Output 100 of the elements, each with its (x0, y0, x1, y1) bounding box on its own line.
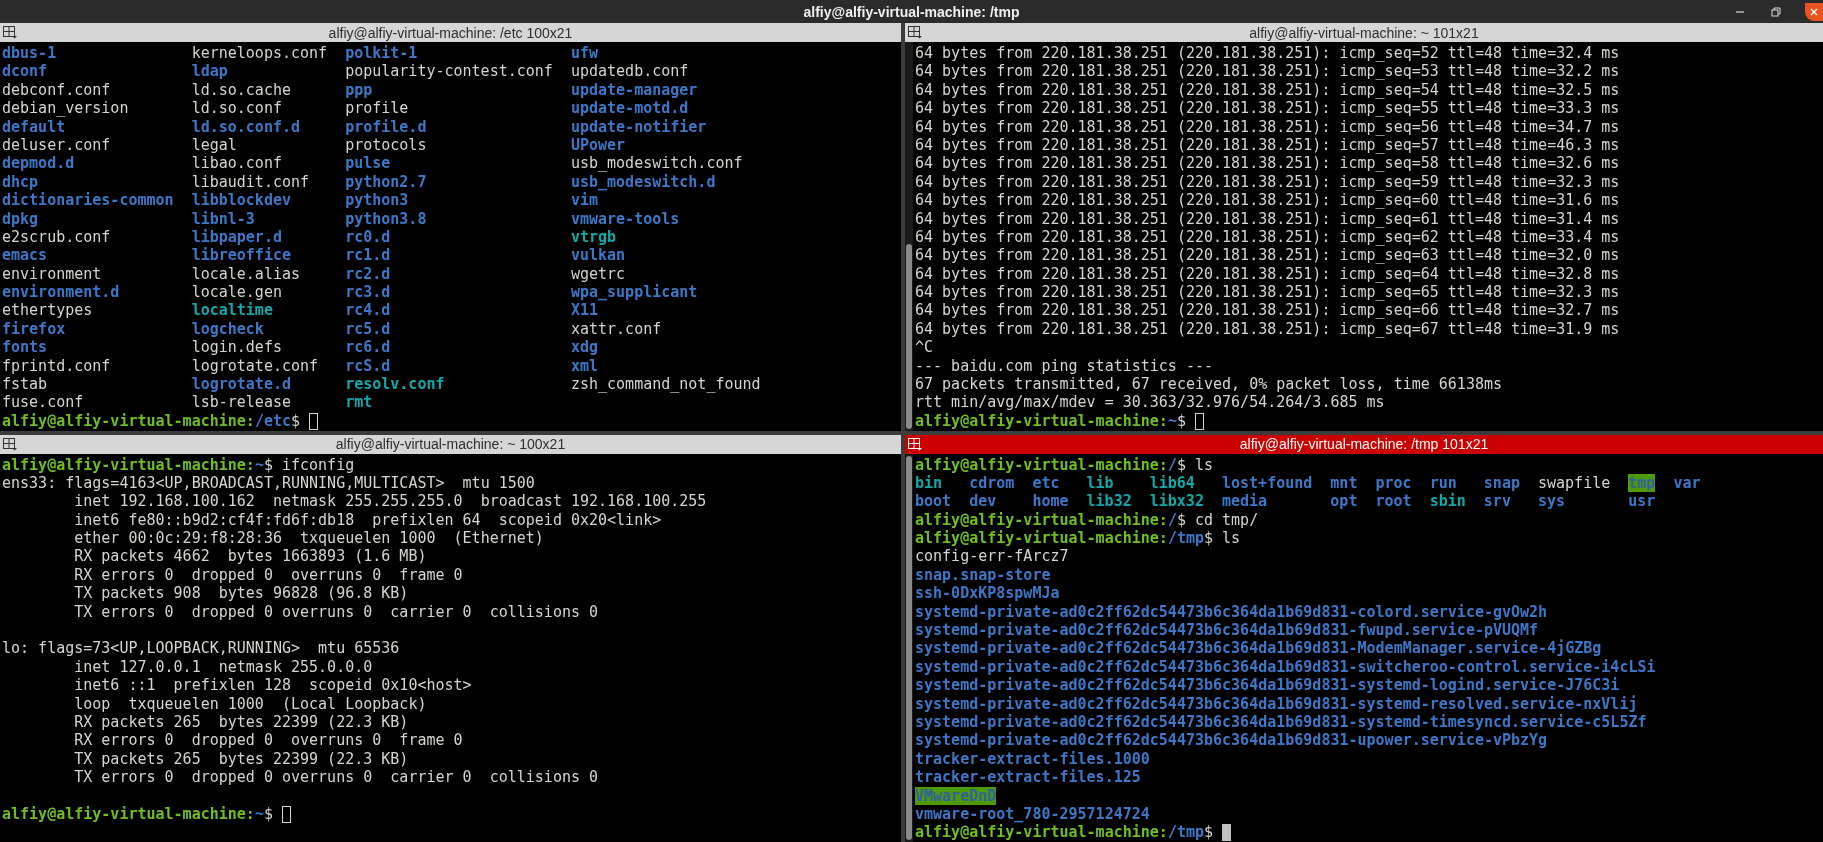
file-name: rc3.d (345, 283, 391, 302)
file-name: fstab (2, 375, 48, 394)
file-name: debian_version (2, 99, 129, 118)
file-name: dictionaries-common (2, 191, 174, 210)
file-name: profile (345, 99, 409, 118)
file-name: default (2, 117, 66, 136)
terminal-text: tracker-extract-files.1000 (915, 749, 1150, 769)
file-name: environment.d (2, 283, 120, 302)
file-name: libblockdev (191, 191, 291, 210)
file-name: etc (1032, 473, 1060, 492)
file-name: fprintd.conf (2, 356, 111, 375)
file-name: kerneloops.conf (191, 44, 328, 62)
file-name: localtime (191, 301, 273, 320)
pane-title: alfiy@alfiy-virtual-machine: ~ 101x21 (1249, 24, 1479, 41)
terminal-text: inet6 ::1 prefixlen 128 scopeid 0x10<host> (73, 676, 472, 695)
file-name: bin (915, 473, 943, 492)
file-name: ld.so.cache (191, 80, 291, 99)
file-name: fonts (2, 338, 48, 357)
file-name: locale.alias (191, 264, 300, 283)
file-name: sbin (1429, 492, 1466, 511)
file-name: wgetrc (570, 264, 626, 283)
file-name: python3.8 (345, 209, 427, 228)
terminal-text: 64 bytes from 220.181.38.251 (220.181.38.251): icmp_seq=62 ttl=48 time=33.4 ms (915, 227, 1620, 247)
terminal-text: 64 bytes from 220.181.38.251 (220.181.38.251): icmp_seq=53 ttl=48 time=32.2 ms (915, 62, 1620, 81)
text-cursor (1222, 824, 1232, 841)
pane-header[interactable]: alfiy@alfiy-virtual-machine: ~ 101x21 (905, 23, 1823, 42)
terminal-text: 64 bytes from 220.181.38.251 (220.181.38.251): icmp_seq=54 ttl=48 time=32.5 ms (915, 80, 1620, 100)
close-button[interactable] (1805, 2, 1823, 21)
pane-header[interactable]: alfiy@alfiy-virtual-machine: /etc 100x21 (0, 23, 901, 42)
file-name: firefox (2, 319, 66, 338)
grid-icon[interactable] (3, 26, 17, 39)
file-name: rmt (345, 393, 373, 412)
file-name: vmware-tools (570, 209, 680, 228)
file-name: depmod.d (2, 154, 75, 173)
file-name: xdg (570, 338, 598, 357)
file-name: ldap (191, 62, 228, 81)
file-name: boot (915, 492, 952, 511)
terminal-text: rtt min/avg/max/mdev = 30.363/32.976/54.264/3.685 ms (915, 393, 1385, 412)
prompt-line: alfiy@alfiy-virtual-machine:/$ cd tmp/ (915, 510, 1259, 530)
terminal-text: TX packets 265 bytes 22399 (22.3 KB) (73, 749, 409, 769)
file-name: proc (1375, 473, 1412, 492)
file-name: resolv.conf (345, 375, 445, 394)
terminal-text: 64 bytes from 220.181.38.251 (220.181.38.251): icmp_seq=59 ttl=48 time=32.3 ms (915, 172, 1620, 192)
file-name: update-notifier (570, 117, 707, 136)
grid-icon[interactable] (908, 437, 922, 451)
file-name: ld.so.conf.d (191, 117, 300, 136)
file-name: vtrgb (570, 227, 617, 246)
file-name: wpa_supplicant (570, 283, 698, 302)
file-name: libaudit.conf (191, 172, 310, 191)
terminal-text: systemd-private-ad0c2ff62dc54473b6c364da1b69d831-systemd-resolved.service-nxVlij (915, 694, 1638, 713)
terminal-text: ^C (915, 338, 934, 357)
file-name: sys (1538, 492, 1566, 511)
file-name: login.defs (191, 338, 282, 357)
terminal-text: 64 bytes from 220.181.38.251 (220.181.38.251): icmp_seq=66 ttl=48 time=32.7 ms (915, 301, 1620, 320)
prompt-line: alfiy@alfiy-virtual-machine:/tmp$ ls (915, 529, 1241, 548)
prompt-line: alfiy@alfiy-virtual-machine:~$ (915, 411, 1186, 431)
file-name: lsb-release (191, 393, 291, 412)
pane-header[interactable]: alfiy@alfiy-virtual-machine: ~ 100x21 (0, 434, 901, 454)
terminal-text: 64 bytes from 220.181.38.251 (220.181.38.251): icmp_seq=63 ttl=48 time=32.0 ms (915, 246, 1620, 265)
terminal-text: TX errors 0 dropped 0 overruns 0 carrier 0 collisions 0 (73, 602, 599, 622)
file-name: ppp (345, 80, 373, 99)
prompt-line: alfiy@alfiy-virtual-machine:/$ ls (915, 455, 1214, 474)
text-cursor (309, 412, 319, 430)
terminal-text: RX errors 0 dropped 0 overruns 0 frame 0 (73, 731, 463, 750)
terminal-text: 64 bytes from 220.181.38.251 (220.181.38.251): icmp_seq=57 ttl=48 time=46.3 ms (915, 135, 1620, 155)
file-name: rcS.d (345, 356, 391, 375)
file-name: update-manager (570, 80, 698, 99)
file-name: usb_modeswitch.d (570, 172, 716, 191)
file-name: xml (570, 356, 598, 375)
file-name: X11 (570, 301, 598, 320)
terminal-text: tracker-extract-files.125 (915, 768, 1141, 787)
close-icon (1810, 7, 1818, 16)
scrollbar[interactable] (905, 453, 913, 842)
file-name: logrotate.conf (191, 356, 319, 375)
file-name: ufw (570, 44, 598, 62)
file-name: vulkan (570, 246, 626, 265)
prompt-line: alfiy@alfiy-virtual-machine:/etc$ (2, 411, 301, 431)
terminal-text: systemd-private-ad0c2ff62dc54473b6c364da1b69d831-switcheroo-control.service-i4cLSi (915, 657, 1656, 677)
pane-header[interactable]: alfiy@alfiy-virtual-machine: /tmp 101x21 (905, 434, 1823, 454)
grid-icon[interactable] (3, 437, 17, 451)
file-name: xattr.conf (570, 319, 662, 338)
scrollbar[interactable] (905, 42, 913, 431)
terminal-text: 64 bytes from 220.181.38.251 (220.181.38.251): icmp_seq=52 ttl=48 time=32.4 ms (915, 44, 1620, 63)
file-name: dconf (2, 62, 48, 81)
file-name: srv (1483, 492, 1511, 511)
grid-icon[interactable] (908, 26, 922, 39)
file-name: updatedb.conf (570, 62, 689, 81)
window-title: alfiy@alfiy-virtual-machine: /tmp (803, 3, 1020, 20)
restore-button[interactable] (1769, 4, 1783, 19)
file-name: media (1222, 492, 1268, 511)
file-name: libnl-3 (191, 209, 255, 228)
file-name: var (1673, 473, 1701, 492)
file-name: rc6.d (345, 338, 391, 357)
file-name: pulse (345, 154, 391, 173)
terminal-text: systemd-private-ad0c2ff62dc54473b6c364da1b69d831-systemd-timesyncd.service-c5L5Zf (915, 712, 1647, 732)
terminal-text: RX errors 0 dropped 0 overruns 0 frame 0 (73, 565, 463, 585)
terminal-text: 64 bytes from 220.181.38.251 (220.181.38.251): icmp_seq=55 ttl=48 time=33.3 ms (915, 99, 1620, 118)
file-name: locale.gen (191, 283, 282, 302)
prompt-line: alfiy@alfiy-virtual-machine:~$ ifconfig (2, 455, 355, 474)
terminal-text: snap.snap-store (915, 565, 1051, 585)
